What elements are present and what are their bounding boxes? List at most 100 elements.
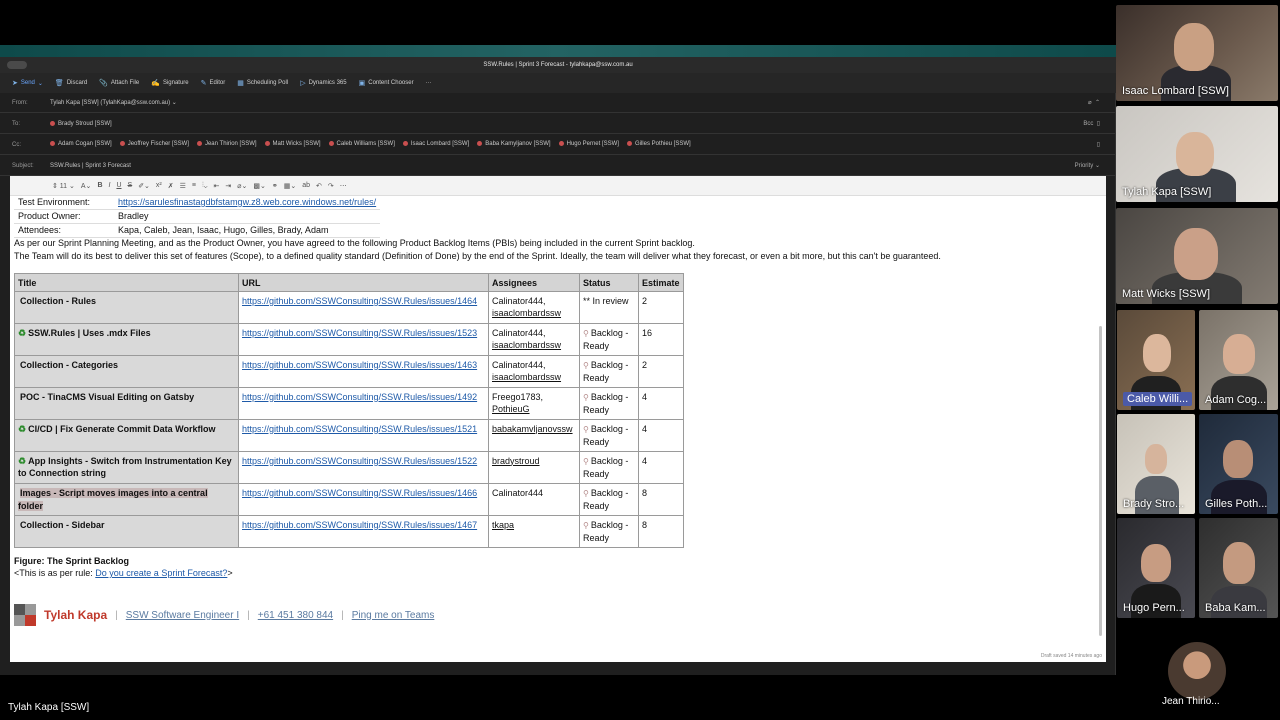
pbi-title[interactable]: Collection - Rules (14, 291, 239, 324)
cc-recipients: Adam Cogan [SSW] Jeoffrey Fischer [SSW] Je… (50, 141, 699, 149)
assignee-link[interactable]: babakamvljanovssw (492, 423, 576, 435)
recipient-chip[interactable]: Gilles Pothieu [SSW] (626, 141, 691, 147)
font-size-icon[interactable]: ⇕ 11 ⌄ (52, 182, 75, 190)
content-chooser-button[interactable]: ▣ Content Chooser (359, 79, 414, 87)
header-actions: ⌀ ⌃ (1088, 99, 1100, 106)
pbi-title[interactable]: Collection - Categories (14, 354, 239, 388)
issue-link[interactable]: https://github.com/SSWConsulting/SSW.Rul… (242, 456, 477, 466)
teams-link[interactable]: Ping me on Teams (352, 610, 435, 621)
assignee-link[interactable]: isaaclombardssw (492, 339, 576, 351)
figure-caption: Figure: The Sprint Backlog (14, 556, 130, 566)
scrollbar[interactable] (1099, 326, 1102, 636)
participant-tile[interactable]: Adam Cog... (1199, 310, 1278, 410)
pbi-title[interactable]: ♻ App Insights - Switch from Instrumentat… (14, 450, 239, 484)
recipient-chip[interactable]: Caleb Williams [SSW] (328, 141, 395, 147)
priority-dropdown[interactable]: Priority ⌄ (1075, 162, 1100, 169)
attach-icon[interactable]: ⌀⌄ (237, 182, 247, 190)
test-environment-link[interactable]: https://sarulesfinastagdbfstamgw.z8.web.… (114, 195, 381, 210)
paperclip-icon[interactable]: ⌀ (1088, 100, 1092, 106)
recipient-chip[interactable]: Matt Wicks [SSW] (264, 141, 321, 147)
pbi-title[interactable]: Images - Script moves images into a cent… (14, 482, 239, 516)
pbi-title[interactable]: ♻ CI/CD | Fix Generate Commit Data Workfl… (14, 418, 239, 452)
assignee-link[interactable]: bradystroud (492, 455, 576, 467)
issue-link[interactable]: https://github.com/SSWConsulting/SSW.Rul… (242, 328, 477, 338)
bullets-icon[interactable]: ☰ (180, 182, 186, 190)
bold-icon[interactable]: B (97, 182, 102, 189)
participant-tile[interactable]: Hugo Pern... (1117, 518, 1195, 618)
recipient-chip[interactable]: Brady Stroud [SSW] (50, 121, 112, 127)
expand-icon[interactable]: ⌃ (1095, 100, 1100, 106)
issue-link[interactable]: https://github.com/SSWConsulting/SSW.Rul… (242, 488, 477, 498)
address-book-icon[interactable]: ▯ (1097, 141, 1100, 148)
link-icon[interactable]: ⚭ (272, 182, 278, 190)
participant-tile[interactable]: Isaac Lombard [SSW] (1116, 5, 1278, 101)
numbering-icon[interactable]: ≡ (192, 182, 196, 189)
dynamics-365-button[interactable]: ▷ Dynamics 365 (300, 79, 346, 87)
issue-link[interactable]: https://github.com/SSWConsulting/SSW.Rul… (242, 296, 477, 306)
pbi-title[interactable]: Collection - Sidebar (14, 514, 239, 548)
more-button[interactable]: ··· (426, 80, 432, 86)
participant-tile[interactable]: Brady Stro... (1117, 414, 1195, 514)
table-icon[interactable]: ▦⌄ (284, 182, 296, 190)
issue-link[interactable]: https://github.com/SSWConsulting/SSW.Rul… (242, 360, 477, 370)
recipient-chip[interactable]: Baba Kamyljanov [SSW] (477, 141, 551, 147)
rule-link[interactable]: Do you create a Sprint Forecast? (95, 568, 227, 578)
underline-icon[interactable]: U (116, 182, 121, 189)
from-value[interactable]: Tylah Kapa [SSW] (TylahKapa@ssw.com.au) … (50, 99, 177, 106)
recipient-chip[interactable]: Isaac Lombard [SSW] (402, 141, 469, 147)
signature-phone[interactable]: +61 451 380 844 (258, 610, 333, 621)
editor-button[interactable]: ✎ Editor (201, 79, 226, 87)
participant-tile[interactable]: Tylah Kapa [SSW] (1116, 106, 1278, 202)
recipient-chip[interactable]: Jean Thirion [SSW] (196, 141, 257, 147)
spelling-icon[interactable]: ab (302, 182, 310, 189)
indent-icon[interactable]: ⇥ (225, 182, 231, 190)
avatar[interactable] (1168, 642, 1226, 700)
table-row: Product Owner: Bradley (14, 209, 381, 224)
window-controls-icon[interactable] (7, 61, 27, 69)
participant-tile[interactable]: Baba Kam... (1199, 518, 1278, 618)
highlight-icon[interactable]: ✐⌄ (138, 182, 150, 190)
strikethrough-icon[interactable]: S (128, 182, 133, 189)
image-icon[interactable]: ▩⌄ (253, 182, 265, 190)
participant-tile[interactable]: Gilles Poth... (1199, 414, 1278, 514)
participant-tile[interactable]: Caleb Willi... (1117, 310, 1195, 410)
clear-format-icon[interactable]: ✗ (168, 182, 174, 190)
align-icon[interactable]: ⫶⌄ (202, 182, 208, 190)
column-header: Title (14, 273, 239, 292)
assignee-link[interactable]: isaaclombardssw (492, 307, 576, 319)
redo-icon[interactable]: ↷ (328, 182, 334, 190)
font-color-icon[interactable]: A⌄ (81, 182, 92, 190)
bcc-button[interactable]: Bcc ▯ (1083, 120, 1100, 127)
email-body[interactable]: ⇕ 11 ⌄ A⌄ B I U S ✐⌄ x² ✗ ☰ ≡ ⫶⌄ ⇤ ⇥ ⌀⌄ … (10, 176, 1106, 662)
italic-icon[interactable]: I (109, 182, 111, 189)
issue-link[interactable]: https://github.com/SSWConsulting/SSW.Rul… (242, 520, 477, 530)
attach-file-button[interactable]: 📎 Attach File (99, 79, 139, 87)
scheduling-poll-button[interactable]: ▦ Scheduling Poll (237, 79, 288, 87)
issue-link[interactable]: https://github.com/SSWConsulting/SSW.Rul… (242, 424, 477, 434)
recipient-chip[interactable]: Jeoffrey Fischer [SSW] (119, 141, 189, 147)
more-format-icon[interactable]: ⋯ (340, 182, 347, 190)
discard-button[interactable]: 🗑 Discard (55, 79, 87, 87)
assignee-link[interactable]: PothieuG (492, 403, 576, 415)
recipient-chip[interactable]: Adam Cogan [SSW] (50, 141, 112, 147)
dynamics-icon: ▷ (300, 80, 306, 87)
chevron-down-icon[interactable]: ⌄ (38, 80, 43, 87)
assignees-cell: Calinator444, isaaclombardssw (488, 291, 580, 324)
recipient-chip[interactable]: Hugo Pernet [SSW] (558, 141, 619, 147)
assignee-link[interactable]: tkapa (492, 519, 576, 531)
send-button[interactable]: ➤ Send ⌄ (12, 79, 43, 87)
undo-icon[interactable]: ↶ (316, 182, 322, 190)
issue-link[interactable]: https://github.com/SSWConsulting/SSW.Rul… (242, 392, 477, 402)
avatar (50, 141, 55, 147)
signature-button[interactable]: ✍ Signature (151, 79, 188, 87)
pbi-title[interactable]: POC - TinaCMS Visual Editing on Gatsby (14, 386, 239, 420)
address-book-icon[interactable]: ▯ (1097, 121, 1100, 127)
assignee-link[interactable]: isaaclombardssw (492, 371, 576, 383)
subject-field[interactable]: SSW.Rules | Sprint 3 Forecast (50, 163, 131, 169)
outdent-icon[interactable]: ⇤ (214, 182, 220, 190)
signature-title[interactable]: SSW Software Engineer I (126, 610, 239, 621)
status-badge: ⚲ Backlog - Ready (579, 418, 639, 452)
pbi-title[interactable]: ♻ SSW.Rules | Uses .mdx Files (14, 322, 239, 356)
participant-tile[interactable]: Matt Wicks [SSW] (1116, 208, 1278, 304)
superscript-icon[interactable]: x² (156, 182, 162, 189)
